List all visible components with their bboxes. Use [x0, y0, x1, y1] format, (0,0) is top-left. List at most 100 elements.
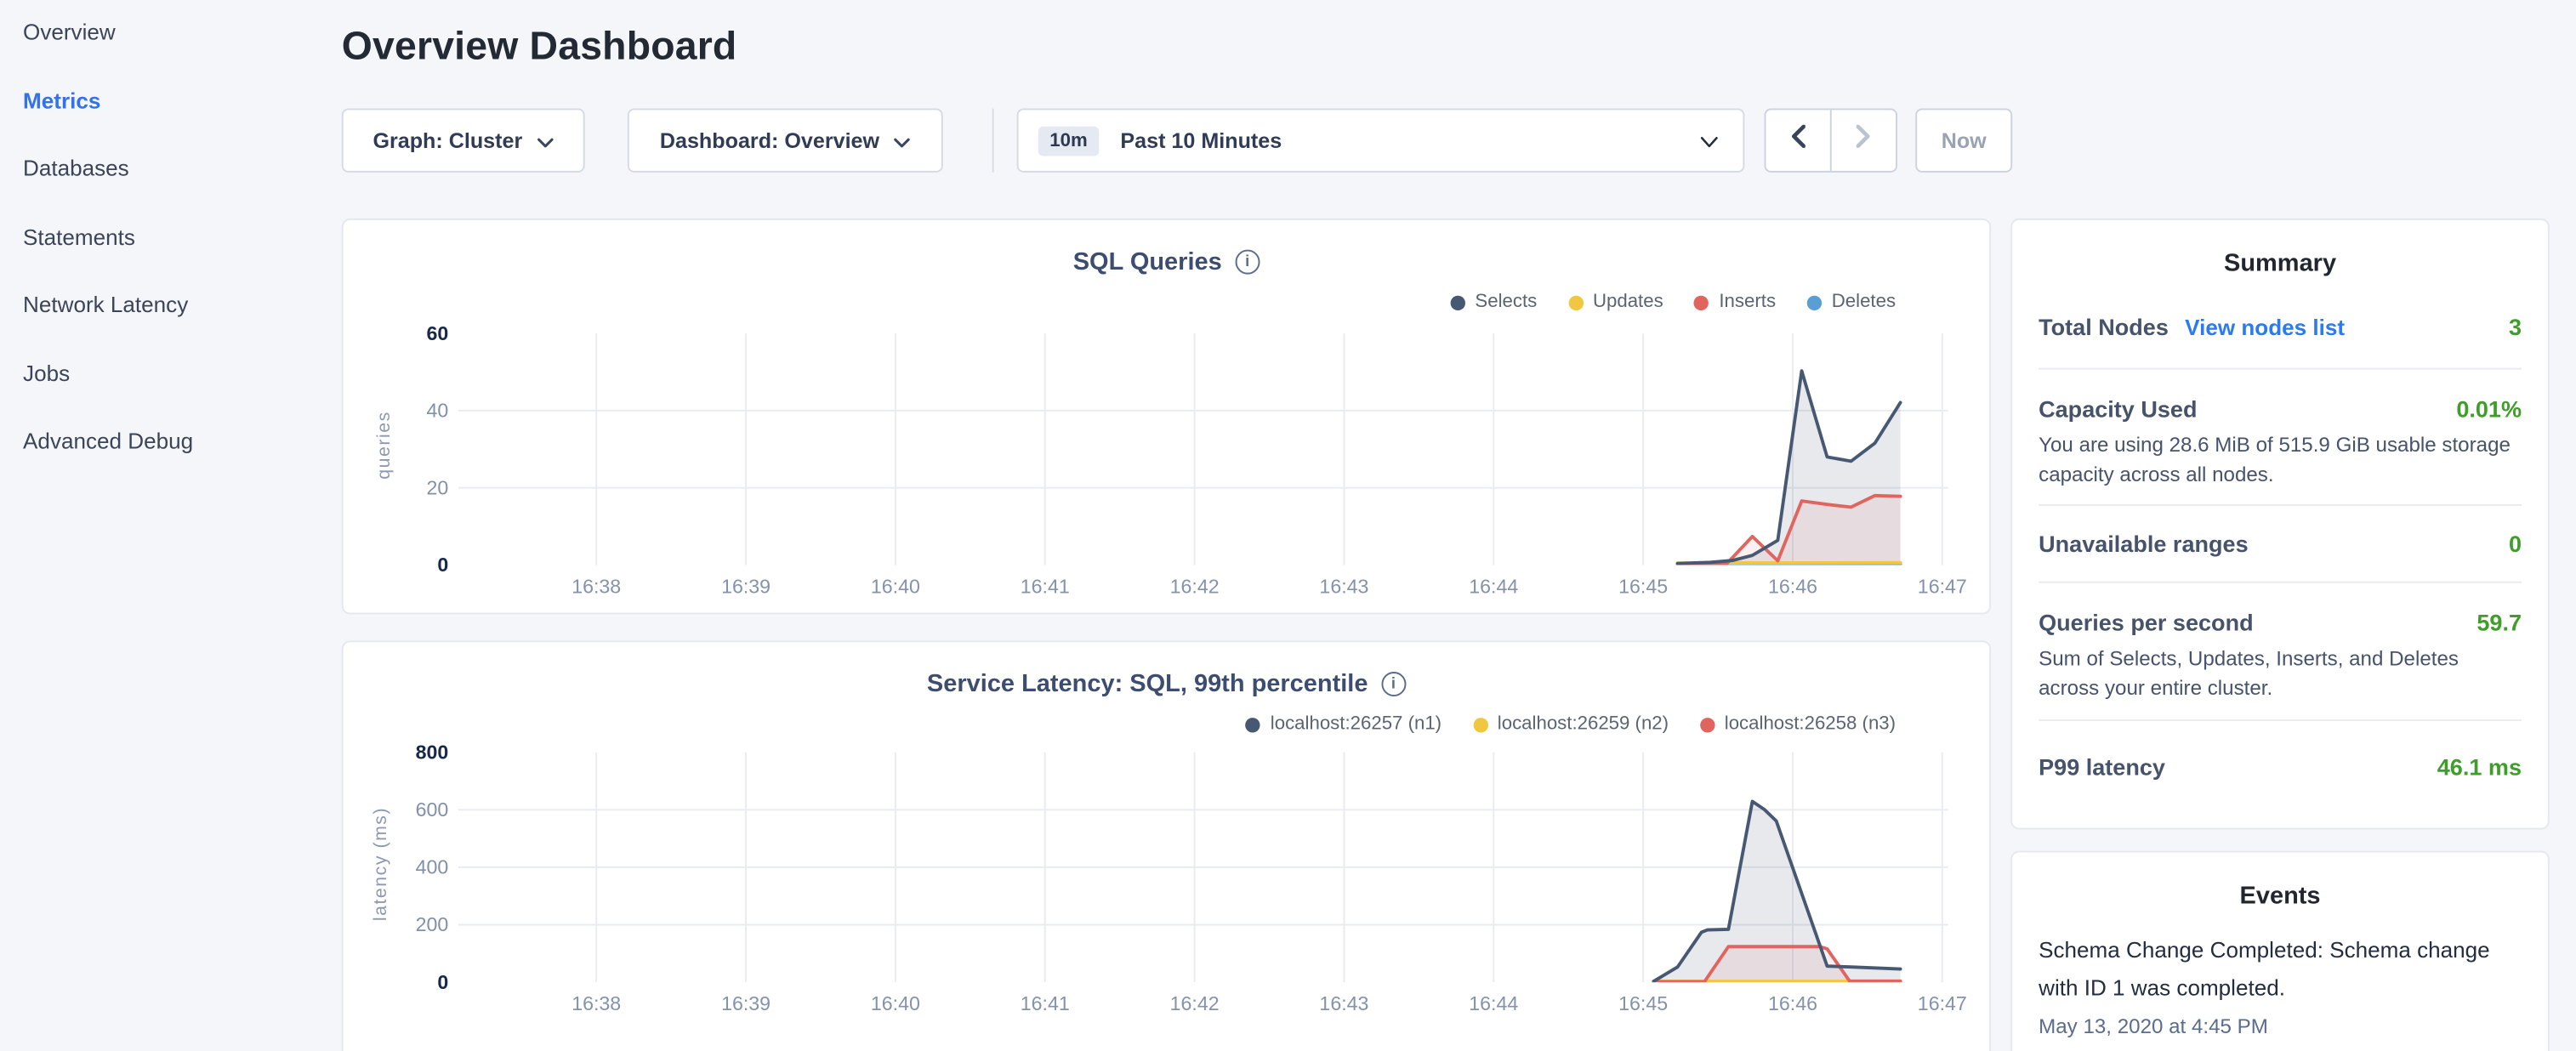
info-icon[interactable]: i — [1235, 250, 1260, 275]
dashboard-dropdown[interactable]: Dashboard: Overview — [628, 108, 943, 172]
sidebar-item-overview[interactable]: Overview — [23, 18, 321, 48]
legend-dot-n1 — [1246, 717, 1260, 731]
event-message: Schema Change Completed: Schema change w… — [2039, 933, 2522, 1008]
sidebar-item-metrics[interactable]: Metrics — [23, 86, 321, 116]
chevron-left-icon — [1790, 125, 1805, 156]
time-window-selector[interactable]: 10m Past 10 Minutes — [1017, 108, 1745, 172]
time-next-button[interactable] — [1832, 110, 1896, 170]
y-axis-tick: 60 — [376, 321, 448, 347]
y-axis-tick: 0 — [376, 969, 448, 996]
summary-row-value: 0 — [2509, 531, 2522, 557]
x-axis-tick: 16:39 — [688, 575, 803, 598]
y-axis-tick: 40 — [376, 397, 448, 423]
sidebar-item-statements[interactable]: Statements — [23, 223, 321, 253]
legend-label: Selects — [1475, 293, 1537, 312]
time-prev-button[interactable] — [1766, 110, 1831, 170]
x-axis-tick: 16:45 — [1586, 992, 1701, 1015]
chart-title: Service Latency: SQL, 99th percentile i — [344, 670, 1989, 698]
sql-queries-chart-panel: SQL Queries i Selects Updates Inserts De… — [342, 219, 1991, 615]
summary-title: Summary — [2012, 220, 2548, 278]
x-axis-tick: 16:41 — [987, 575, 1102, 598]
legend-dot-selects — [1450, 295, 1464, 310]
y-axis-tick: 0 — [376, 552, 448, 578]
y-axis-tick: 200 — [376, 912, 448, 938]
sidebar-item-advanced-debug[interactable]: Advanced Debug — [23, 427, 321, 457]
legend-dot-inserts — [1694, 295, 1709, 310]
sidebar: Overview Metrics Databases Statements Ne… — [0, 0, 321, 1051]
x-axis-tick: 16:38 — [539, 992, 654, 1015]
legend-dot-n3 — [1700, 717, 1714, 731]
legend-label: Updates — [1593, 293, 1663, 312]
legend-item: Inserts — [1694, 293, 1776, 312]
time-window-badge: 10m — [1038, 126, 1100, 156]
x-axis-tick: 16:40 — [838, 992, 952, 1015]
event-timestamp: May 13, 2020 at 4:45 PM — [2039, 1014, 2522, 1037]
info-icon[interactable]: i — [1381, 672, 1406, 696]
summary-row-value: 3 — [2509, 314, 2522, 340]
x-axis-tick: 16:47 — [1885, 992, 1999, 1015]
legend-label: localhost:26259 (n2) — [1498, 714, 1669, 734]
legend-label: localhost:26258 (n3) — [1725, 714, 1896, 734]
y-axis-label: queries — [374, 330, 394, 560]
x-axis-tick: 16:40 — [838, 575, 952, 598]
summary-row-description: You are using 28.6 MiB of 515.9 GiB usab… — [2039, 430, 2522, 490]
legend-item: Updates — [1568, 293, 1663, 312]
app-root: Overview Metrics Databases Statements Ne… — [0, 0, 2576, 1051]
graph-scope-label: Graph: Cluster — [372, 128, 522, 153]
legend-item: Deletes — [1807, 293, 1896, 312]
x-axis-tick: 16:46 — [1735, 575, 1850, 598]
sql-queries-plot[interactable] — [458, 333, 1948, 565]
chart-title-text: Service Latency: SQL, 99th percentile — [927, 670, 1368, 698]
sidebar-item-network-latency[interactable]: Network Latency — [23, 291, 321, 321]
summary-row-label: P99 latency — [2039, 753, 2165, 780]
x-axis-tick: 16:41 — [987, 992, 1102, 1015]
x-axis-tick: 16:47 — [1885, 575, 1999, 598]
view-nodes-list-link[interactable]: View nodes list — [2185, 315, 2345, 340]
toolbar-divider — [992, 108, 994, 172]
summary-row-value: 0.01% — [2456, 396, 2522, 423]
x-axis-tick: 16:46 — [1735, 992, 1850, 1015]
legend-dot-updates — [1568, 295, 1583, 310]
sidebar-item-jobs[interactable]: Jobs — [23, 359, 321, 389]
x-axis-tick: 16:39 — [688, 992, 803, 1015]
page-title: Overview Dashboard — [342, 25, 737, 71]
chart-legend: localhost:26257 (n1) localhost:26259 (n2… — [1246, 714, 1896, 734]
summary-row-queries-per-second: Queries per second 59.7 Sum of Selects, … — [2039, 583, 2522, 720]
dashboard-label: Dashboard: Overview — [660, 128, 879, 153]
chevron-down-icon — [1700, 128, 1718, 153]
x-axis-tick: 16:44 — [1436, 992, 1551, 1015]
summary-row-capacity-used: Capacity Used 0.01% You are using 28.6 M… — [2039, 370, 2522, 507]
chart-legend: Selects Updates Inserts Deletes — [1450, 293, 1896, 312]
now-button[interactable]: Now — [1915, 108, 2012, 172]
service-latency-plot[interactable] — [458, 753, 1948, 982]
legend-dot-n2 — [1473, 717, 1487, 731]
x-axis-tick: 16:42 — [1137, 992, 1252, 1015]
summary-row-description: Sum of Selects, Updates, Inserts, and De… — [2039, 645, 2522, 704]
summary-row-p99-latency: P99 latency 46.1 ms — [2039, 720, 2522, 809]
legend-dot-deletes — [1807, 295, 1822, 310]
x-axis-tick: 16:38 — [539, 575, 654, 598]
legend-item: localhost:26259 (n2) — [1473, 714, 1669, 734]
x-axis-tick: 16:45 — [1586, 575, 1701, 598]
legend-item: localhost:26257 (n1) — [1246, 714, 1442, 734]
events-panel: Events Schema Change Completed: Schema c… — [2010, 851, 2550, 1051]
chevron-down-icon — [894, 128, 910, 153]
time-step-buttons — [1765, 108, 1897, 172]
sidebar-item-databases[interactable]: Databases — [23, 155, 321, 185]
summary-panel: Summary Total Nodes View nodes list 3 Ca… — [2010, 219, 2550, 830]
legend-label: localhost:26257 (n1) — [1271, 714, 1442, 734]
events-title: Events — [2012, 853, 2548, 911]
chevron-down-icon — [537, 128, 554, 153]
summary-row-label: Unavailable ranges — [2039, 531, 2249, 557]
event-item[interactable]: Schema Change Completed: Schema change w… — [2012, 910, 2548, 1037]
summary-row-total-nodes: Total Nodes View nodes list 3 — [2039, 277, 2522, 369]
chart-title: SQL Queries i — [344, 248, 1989, 276]
y-axis-tick: 400 — [376, 854, 448, 880]
legend-item: localhost:26258 (n3) — [1700, 714, 1896, 734]
graph-scope-dropdown[interactable]: Graph: Cluster — [342, 108, 585, 172]
legend-label: Deletes — [1832, 293, 1896, 312]
chart-title-text: SQL Queries — [1073, 248, 1222, 276]
x-axis-tick: 16:42 — [1137, 575, 1252, 598]
summary-rows: Total Nodes View nodes list 3 Capacity U… — [2012, 277, 2548, 809]
x-axis-tick: 16:43 — [1287, 992, 1402, 1015]
